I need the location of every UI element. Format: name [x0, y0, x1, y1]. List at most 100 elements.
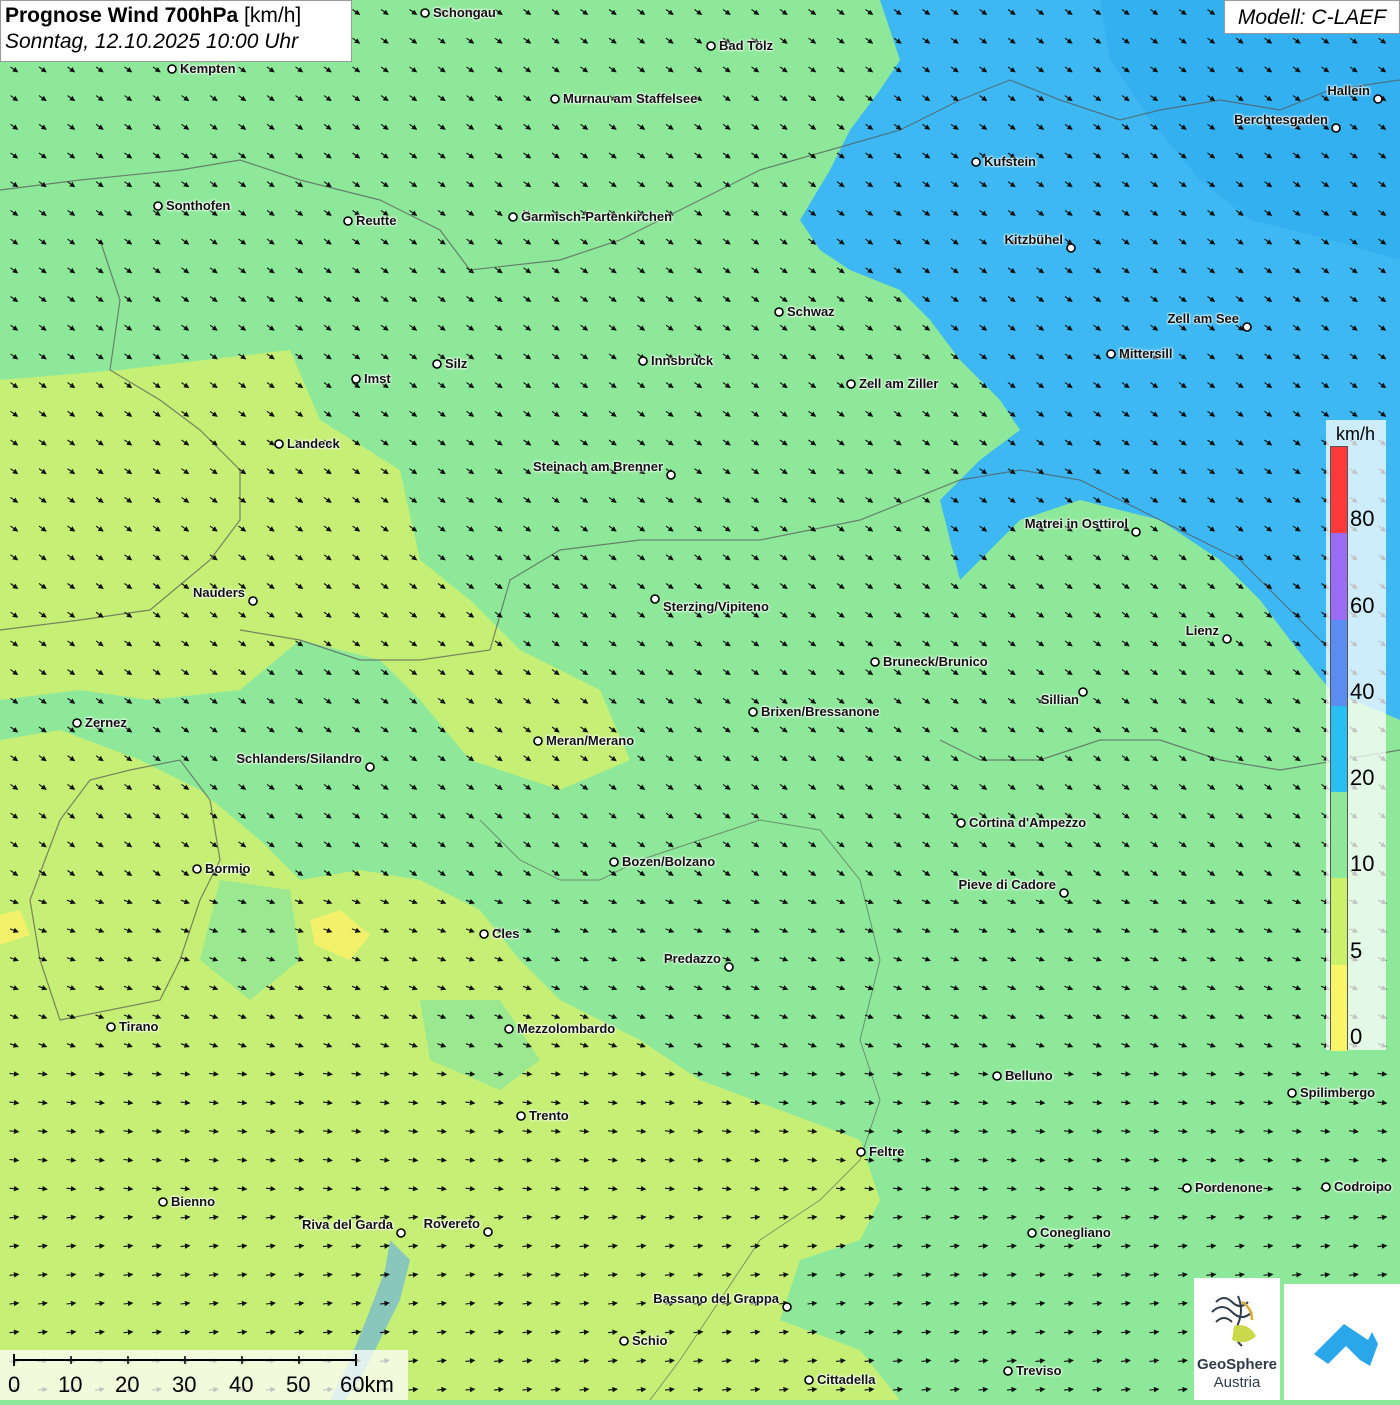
city-label: Belluno [1005, 1068, 1053, 1083]
city-marker [167, 64, 177, 74]
legend-color-segment [1331, 533, 1347, 620]
city-marker [638, 356, 648, 366]
city-marker [1287, 1088, 1297, 1098]
city-label: Landeck [287, 436, 340, 451]
city-marker [1106, 349, 1116, 359]
logo-line2: Austria [1213, 1374, 1261, 1391]
legend-tick-label: 60 [1350, 593, 1375, 618]
title-main: Prognose Wind 700hPa [5, 4, 239, 27]
geosphere-logo[interactable]: GeoSphere Austria [1194, 1278, 1280, 1400]
city-marker [1078, 687, 1088, 697]
scale-label: 40 [229, 1372, 254, 1397]
city-label: Kufstein [984, 154, 1036, 169]
city-marker [856, 1147, 866, 1157]
scale-label: 30 [172, 1372, 197, 1397]
city-label: Matrei in Osttirol [1024, 516, 1128, 531]
city-marker [870, 657, 880, 667]
city-marker [483, 1227, 493, 1237]
city-label: Berchtesgaden [1234, 112, 1328, 127]
city-label: Schlanders/Silandro [236, 751, 362, 766]
city-label: Riva del Garda [301, 1217, 393, 1232]
city-marker [1027, 1228, 1037, 1238]
city-marker [666, 470, 676, 480]
city-marker [192, 864, 202, 874]
geosphere-emblem-icon [1211, 1295, 1256, 1347]
city-label: Rovereto [423, 1216, 480, 1231]
city-label: Schwaz [787, 304, 835, 319]
city-label: Kempten [180, 61, 236, 76]
legend-tick-label: 40 [1350, 679, 1375, 704]
city-marker [1242, 322, 1252, 332]
city-marker [1222, 634, 1232, 644]
city-marker [343, 216, 353, 226]
city-marker [782, 1302, 792, 1312]
city-marker [248, 596, 258, 606]
city-marker [365, 762, 375, 772]
city-label: Bormio [205, 861, 251, 876]
city-label: Cles [492, 926, 520, 941]
city-marker [351, 374, 361, 384]
city-label: Silz [445, 356, 468, 371]
city-label: Codroipo [1334, 1179, 1392, 1194]
city-label: Treviso [1016, 1363, 1062, 1378]
city-label: Bozen/Bolzano [622, 854, 716, 869]
city-label: Bassano del Grappa [653, 1291, 779, 1306]
city-marker [420, 8, 430, 18]
city-label: Zell am Ziller [859, 376, 939, 391]
legend-color-segment [1331, 878, 1347, 965]
legend-color-segment [1331, 792, 1347, 879]
app-logo[interactable] [1284, 1284, 1400, 1400]
scale-label: 60km [340, 1372, 394, 1397]
legend-tick-label: 20 [1350, 765, 1375, 790]
city-label: Feltre [869, 1144, 905, 1159]
city-marker [748, 707, 758, 717]
city-label: Mittersill [1119, 346, 1173, 361]
city-label: Cittadella [817, 1372, 876, 1387]
city-label: Sillian [1040, 692, 1079, 707]
city-marker [508, 212, 518, 222]
app-logo-icon [1314, 1324, 1378, 1366]
city-label: Spilimbergo [1300, 1085, 1376, 1100]
city-marker [992, 1071, 1002, 1081]
city-label: Cortina d'Ampezzo [969, 815, 1087, 830]
city-label: Meran/Merano [546, 733, 635, 748]
city-marker [1003, 1366, 1013, 1376]
city-marker [1182, 1183, 1192, 1193]
title-box: Prognose Wind 700hPa [km/h] Sonntag, 12.… [0, 0, 352, 62]
city-label: Mezzolombardo [517, 1021, 616, 1036]
city-label: Schongau [433, 5, 496, 20]
legend-tick-label: 10 [1350, 851, 1375, 876]
city-marker [619, 1336, 629, 1346]
color-legend: km/h 80 60 40 20 10 5 0 [1326, 420, 1386, 1052]
city-marker [432, 359, 442, 369]
city-marker [1131, 527, 1141, 537]
city-label: Zell am See [1167, 311, 1239, 326]
scale-bar: 0 10 20 30 40 50 60km [0, 1350, 408, 1400]
legend-tick-label: 80 [1350, 506, 1375, 531]
city-marker [274, 439, 284, 449]
legend-tick-label: 0 [1350, 1024, 1363, 1049]
city-label: Predazzo [663, 951, 721, 966]
city-marker [504, 1024, 514, 1034]
legend-unit: km/h [1336, 424, 1376, 444]
city-marker [72, 718, 82, 728]
city-label: Tirano [119, 1019, 159, 1034]
scale-label: 10 [58, 1372, 83, 1397]
title: Prognose Wind 700hPa [km/h] [5, 4, 347, 28]
city-marker [396, 1228, 406, 1238]
city-marker [1066, 243, 1076, 253]
model-label: Modell: C-LAEF [1224, 0, 1400, 34]
city-marker [516, 1111, 526, 1121]
city-label: Schio [632, 1333, 668, 1348]
city-label: Innsbruck [651, 353, 714, 368]
city-marker [1059, 888, 1069, 898]
city-marker [724, 962, 734, 972]
city-marker [1373, 94, 1383, 104]
city-label: Hallein [1327, 83, 1370, 98]
city-label: Bienno [171, 1194, 216, 1209]
city-label: Reutte [356, 213, 397, 228]
scale-label: 50 [286, 1372, 311, 1397]
city-marker [479, 929, 489, 939]
city-label: Bruneck/Brunico [883, 654, 988, 669]
logo-line1: GeoSphere [1196, 1356, 1278, 1373]
